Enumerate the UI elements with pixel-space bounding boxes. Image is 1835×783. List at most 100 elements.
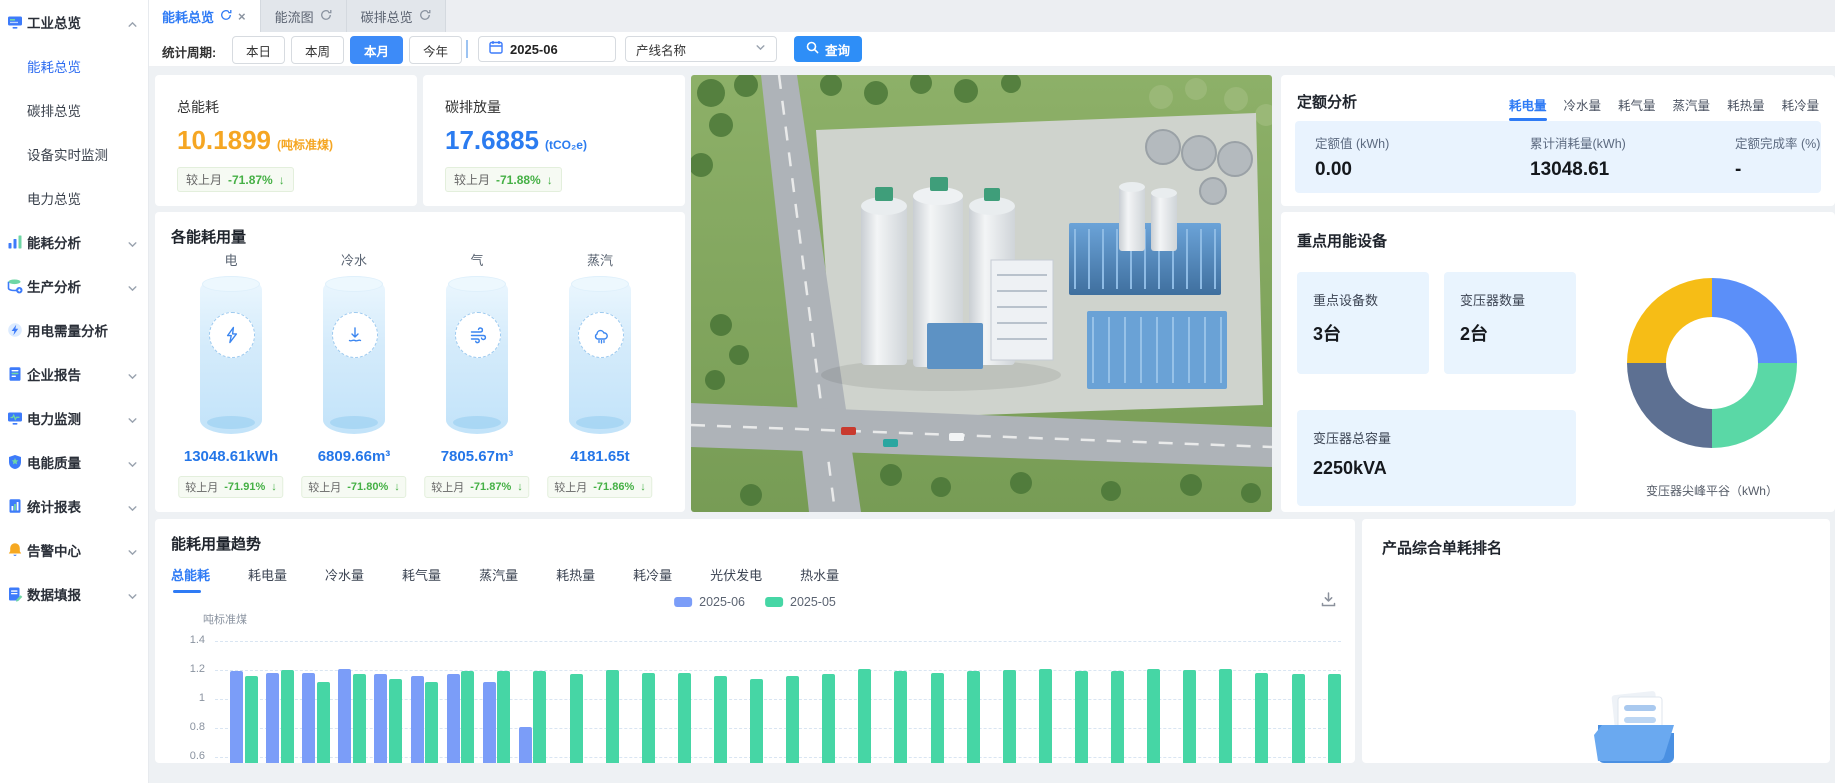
period-label: 统计周期: <box>162 42 216 61</box>
trend-tab-8[interactable]: 热水量 <box>800 565 839 593</box>
energy-trend-card: 1.41.210.80.6 能耗用量趋势 总能耗耗电量冷水量耗气量蒸汽量耗热量耗… <box>155 519 1355 763</box>
trend-tab-0[interactable]: 总能耗 <box>171 565 210 593</box>
quota-field-0: 定额值 (kWh)0.00 <box>1315 121 1389 181</box>
total-energy-compare-badge: 较上月 -71.87% ↓ <box>177 167 294 192</box>
device-stat-value: 2台 <box>1460 320 1488 346</box>
line-select-value: 产线名称 <box>636 40 686 59</box>
page-tab-label: 能流图 <box>275 7 314 26</box>
legend-item-1[interactable]: 2025-05 <box>765 595 836 609</box>
quota-tab-4[interactable]: 耗热量 <box>1727 95 1765 121</box>
period-button-0[interactable]: 本日 <box>232 36 285 64</box>
energy-label: 蒸汽 <box>539 250 661 269</box>
sidebar-item-10[interactable]: 电能质量 <box>0 440 148 484</box>
search-button[interactable]: 查询 <box>794 36 862 62</box>
sidebar-item-12[interactable]: 告警中心 <box>0 528 148 572</box>
bar-2025-05 <box>461 671 474 763</box>
energy-cylinder <box>569 276 631 434</box>
legend-item-0[interactable]: 2025-06 <box>674 595 745 609</box>
refresh-icon[interactable] <box>320 9 332 24</box>
quota-tab-3[interactable]: 蒸汽量 <box>1673 95 1711 121</box>
quota-tab-0[interactable]: 耗电量 <box>1509 95 1547 121</box>
trend-tab-2[interactable]: 冷水量 <box>325 565 364 593</box>
trend-tab-7[interactable]: 光伏发电 <box>710 565 762 593</box>
period-button-1[interactable]: 本周 <box>291 36 344 64</box>
sidebar-item-1[interactable]: 能耗总览 <box>0 44 148 88</box>
compare-label: 较上月 <box>431 479 464 495</box>
electric-icon <box>209 312 255 358</box>
stats-report-icon <box>7 498 23 514</box>
download-icon[interactable] <box>1320 591 1337 613</box>
total-energy-value: 10.1899 <box>177 125 271 156</box>
period-button-2[interactable]: 本月 <box>350 36 403 64</box>
sidebar-item-2[interactable]: 碳排总览 <box>0 88 148 132</box>
month-picker[interactable]: 2025-06 <box>478 36 616 62</box>
carbon-unit: (tCO₂e) <box>545 138 587 152</box>
page-tab-1[interactable]: 能流图 <box>261 0 347 32</box>
bar-2025-05 <box>931 673 944 763</box>
search-icon <box>806 41 819 57</box>
transformer-donut-chart <box>1627 278 1797 448</box>
y-tick-label: 1.4 <box>169 634 205 646</box>
energy-column-1: 冷水6809.66m³较上月-71.80%↓ <box>293 212 415 512</box>
compare-value: -71.88% <box>496 173 541 187</box>
energy-value: 13048.61kWh <box>170 448 292 465</box>
bar-2025-05 <box>353 674 366 763</box>
sidebar: 工业总览能耗总览碳排总览设备实时监测电力总览能耗分析生产分析用电需量分析企业报告… <box>0 0 149 783</box>
calendar-icon <box>489 40 503 59</box>
bar-2025-05 <box>245 676 258 763</box>
quota-tab-5[interactable]: 耗冷量 <box>1782 95 1820 121</box>
refresh-icon[interactable] <box>220 9 232 24</box>
energy-cylinder <box>200 276 262 434</box>
trend-tab-1[interactable]: 耗电量 <box>248 565 287 593</box>
bar-2025-05 <box>497 671 510 763</box>
y-tick-label: 0.8 <box>169 721 205 733</box>
close-icon[interactable]: × <box>238 10 246 23</box>
energy-compare-badge: 较上月-71.86%↓ <box>547 476 652 498</box>
period-buttons: 本日本周本月今年 <box>232 36 462 64</box>
quota-field-1: 累计消耗量(kWh)13048.61 <box>1530 121 1626 181</box>
power-demand-icon <box>7 322 23 338</box>
carbon-title: 碳排放量 <box>445 97 501 117</box>
bar-2025-05 <box>1003 670 1016 763</box>
sidebar-item-8[interactable]: 企业报告 <box>0 352 148 396</box>
trend-tab-5[interactable]: 耗热量 <box>556 565 595 593</box>
trend-tab-6[interactable]: 耗冷量 <box>633 565 672 593</box>
total-energy-unit: (吨标准煤) <box>277 136 333 153</box>
page-tab-2[interactable]: 碳排总览 <box>347 0 446 32</box>
sidebar-item-label: 设备实时监测 <box>27 144 108 164</box>
key-devices-title: 重点用能设备 <box>1297 230 1387 251</box>
device-stat-label: 变压器数量 <box>1460 290 1525 309</box>
sidebar-item-13[interactable]: 数据填报 <box>0 572 148 616</box>
quota-tab-2[interactable]: 耗气量 <box>1618 95 1656 121</box>
bar-2025-06 <box>411 676 424 763</box>
sidebar-item-label: 生产分析 <box>27 276 81 296</box>
bar-2025-05 <box>1075 671 1088 763</box>
trend-tab-4[interactable]: 蒸汽量 <box>479 565 518 593</box>
compare-label: 较上月 <box>186 171 222 188</box>
page-tab-0[interactable]: 能耗总览× <box>148 0 261 32</box>
sidebar-item-5[interactable]: 能耗分析 <box>0 220 148 264</box>
bar-2025-05 <box>1219 669 1232 763</box>
bar-2025-05 <box>1147 669 1160 763</box>
sidebar-item-3[interactable]: 设备实时监测 <box>0 132 148 176</box>
y-tick-label: 0.6 <box>169 750 205 762</box>
bar-2025-06 <box>519 727 532 763</box>
refresh-icon[interactable] <box>419 9 431 24</box>
sidebar-item-0[interactable]: 工业总览 <box>0 0 148 44</box>
y-axis-label: 吨标准煤 <box>203 611 247 627</box>
total-energy-card: 总能耗 10.1899 (吨标准煤) 较上月 -71.87% ↓ <box>155 75 417 206</box>
factory-aerial-image <box>691 75 1272 512</box>
quota-tab-1[interactable]: 冷水量 <box>1564 95 1602 121</box>
bar-2025-06 <box>374 674 387 763</box>
sidebar-item-7[interactable]: 用电需量分析 <box>0 308 148 352</box>
sidebar-item-6[interactable]: 生产分析 <box>0 264 148 308</box>
compare-value: -71.86% <box>593 481 634 493</box>
sidebar-item-4[interactable]: 电力总览 <box>0 176 148 220</box>
bar-2025-05 <box>894 671 907 763</box>
trend-tab-3[interactable]: 耗气量 <box>402 565 441 593</box>
power-monitor-icon <box>7 410 23 426</box>
sidebar-item-11[interactable]: 统计报表 <box>0 484 148 528</box>
line-select[interactable]: 产线名称 <box>625 36 777 62</box>
period-button-3[interactable]: 今年 <box>409 36 462 64</box>
sidebar-item-9[interactable]: 电力监测 <box>0 396 148 440</box>
